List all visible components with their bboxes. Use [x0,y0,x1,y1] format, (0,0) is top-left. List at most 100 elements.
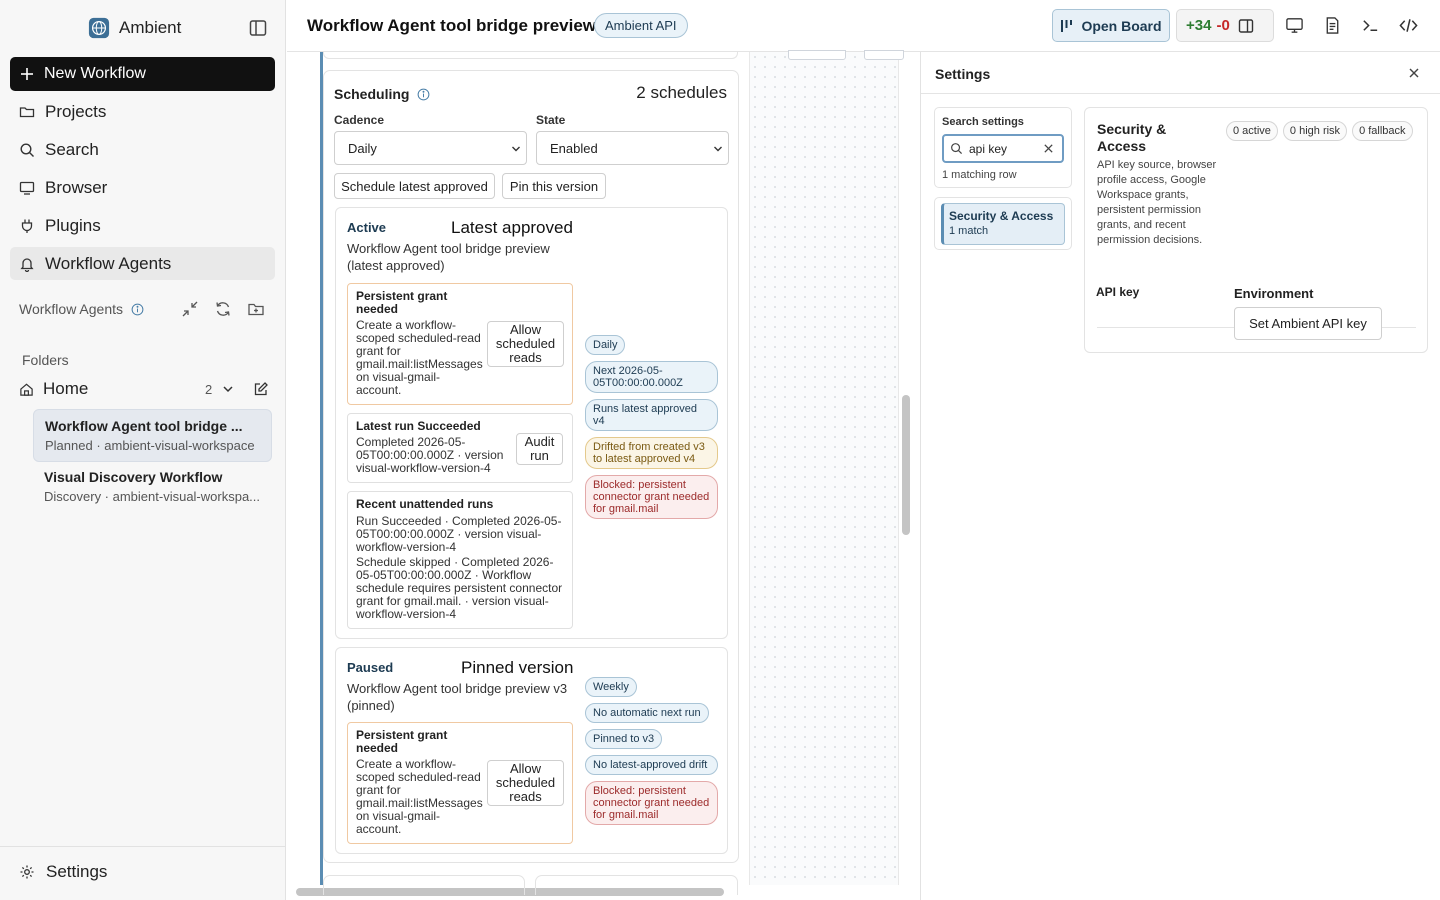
settings-sections: Security & Access 1 match [934,197,1072,250]
sidebar-settings-button[interactable]: Settings [19,862,107,882]
schedule-description: Workflow Agent tool bridge preview v3 (p… [347,681,568,713]
workflow-item[interactable]: Visual Discovery Workflow Discovery · am… [33,461,272,514]
refresh-icon[interactable] [214,300,232,318]
workflow-item[interactable]: Workflow Agent tool bridge ... Planned ·… [33,409,272,462]
cadence-select[interactable]: Daily [334,131,527,165]
new-workflow-label: New Workflow [44,65,146,82]
board-icon [1061,19,1073,32]
scheduling-title: Scheduling [334,86,410,102]
search-icon [951,143,963,155]
bell-icon [20,257,34,272]
drift-pill: Drifted from created v3 to latest approv… [585,437,718,469]
gear-icon [20,865,34,879]
api-key-label: API key [1096,285,1140,299]
folder-home[interactable]: Home 2 [19,378,271,400]
new-folder-icon[interactable] [247,300,265,318]
next-card [323,875,525,895]
monitor-icon[interactable] [1285,16,1304,35]
active-count-badge: 0 active [1226,121,1278,141]
card-badges: 0 active 0 high risk 0 fallback [1226,121,1413,141]
settings-section-security[interactable]: Security & Access 1 match [941,203,1065,245]
code-icon[interactable] [1399,16,1418,35]
canvas-node[interactable] [788,50,846,60]
environment-label: Environment [1234,286,1314,301]
schedule-item-active: Active Latest approved Workflow Agent to… [335,207,728,639]
sidebar-item-plugins[interactable]: Plugins [10,209,275,242]
sidebar-item-search[interactable]: Search [10,133,275,166]
sidebar-item-workflow-agents[interactable]: Workflow Agents [10,247,275,280]
collapse-icon[interactable] [181,300,199,318]
search-settings-label: Search settings [942,116,1024,128]
diff-summary-button[interactable]: +34 -0 [1176,9,1274,42]
monitor-icon [19,181,35,195]
settings-search-box: Search settings 1 matching row [934,107,1072,188]
close-icon[interactable] [1407,66,1421,80]
cadence-label: Cadence [334,113,385,127]
sidebar-item-label: Browser [45,177,108,197]
chevron-down-icon[interactable] [221,382,235,396]
sidebar-item-label: Plugins [45,215,101,235]
brand[interactable]: Ambient [88,17,181,39]
top-icon-group [1285,16,1418,35]
latest-run-title: Latest run Succeeded [356,419,481,433]
card-description: API key source, browser profile access, … [1097,159,1217,246]
settings-label: Settings [46,862,108,881]
runs-version-pill: Runs latest approved v4 [585,399,718,431]
clear-search-icon[interactable] [1043,143,1054,154]
workflow-subtitle: Planned · ambient-visual-workspace [45,438,255,453]
document-icon[interactable] [1323,16,1342,35]
next-run-pill: Next 2026-05-05T00:00:00.000Z [585,361,718,393]
sidebar-toggle-icon[interactable] [248,18,268,38]
grant-title: Persistent grant needed [356,289,448,316]
sidebar-item-browser[interactable]: Browser [10,171,275,204]
allow-scheduled-reads-button[interactable]: Allow scheduled reads [487,760,564,806]
cadence-value: Daily [348,140,377,156]
schedule-name: Pinned version [461,658,574,677]
edit-icon[interactable] [253,381,269,397]
home-icon [20,383,33,396]
new-workflow-button[interactable]: New Workflow [10,57,275,91]
blocked-pill: Blocked: persistent connector grant need… [585,475,718,519]
ambient-logo-icon [88,17,110,39]
schedule-count: 2 schedules [636,83,727,102]
canvas-node[interactable] [864,50,904,60]
terminal-icon[interactable] [1361,16,1380,35]
workflow-title: Visual Discovery Workflow [44,469,223,485]
schedule-description: Workflow Agent tool bridge preview (late… [347,241,550,273]
blocked-pill: Blocked: persistent connector grant need… [585,781,718,825]
open-board-label: Open Board [1081,17,1162,34]
high-risk-badge: 0 high risk [1282,121,1348,141]
info-icon[interactable] [131,303,144,316]
sidebar-item-label: Projects [45,101,107,121]
section-match-count: 1 match [949,225,989,237]
folders-label: Folders [22,352,69,368]
split-view-icon [1238,18,1253,33]
sidebar-item-projects[interactable]: Projects [10,95,275,128]
board-canvas[interactable] [749,50,904,885]
chevron-down-icon [512,146,520,152]
plug-icon [21,219,33,233]
sidebar-divider [0,846,286,847]
info-icon[interactable] [417,88,430,101]
pin-version-button[interactable]: Pin this version [502,173,606,199]
latest-run-body: Completed 2026-05-05T00:00:00.000Z · ver… [356,435,504,475]
grant-needed-box: Persistent grant needed Create a workflo… [347,283,573,405]
next-run-pill: No automatic next run [585,703,709,723]
scheduling-title-row: Scheduling [334,86,430,102]
vertical-scrollbar[interactable] [902,395,910,535]
section-title: Workflow Agents [19,301,124,317]
recent-run-item: Schedule skipped · Completed 2026-05-05T… [356,555,563,621]
audit-run-button[interactable]: Audit run [516,433,563,465]
scheduling-card: Scheduling 2 schedules Cadence Daily Sta… [323,70,739,863]
schedule-latest-approved-button[interactable]: Schedule latest approved [334,173,495,199]
state-select[interactable]: Enabled [536,131,729,165]
set-api-key-button[interactable]: Set Ambient API key [1234,307,1382,340]
plus-icon [21,68,33,80]
next-card [535,875,738,895]
deletions-count: -0 [1216,17,1230,34]
open-board-button[interactable]: Open Board [1052,9,1170,42]
schedule-pills: Weekly No automatic next run Pinned to v… [585,677,719,825]
workflow-title: Workflow Agent tool bridge ... [45,418,243,434]
allow-scheduled-reads-button[interactable]: Allow scheduled reads [487,321,564,367]
folder-home-label: Home [43,379,89,398]
